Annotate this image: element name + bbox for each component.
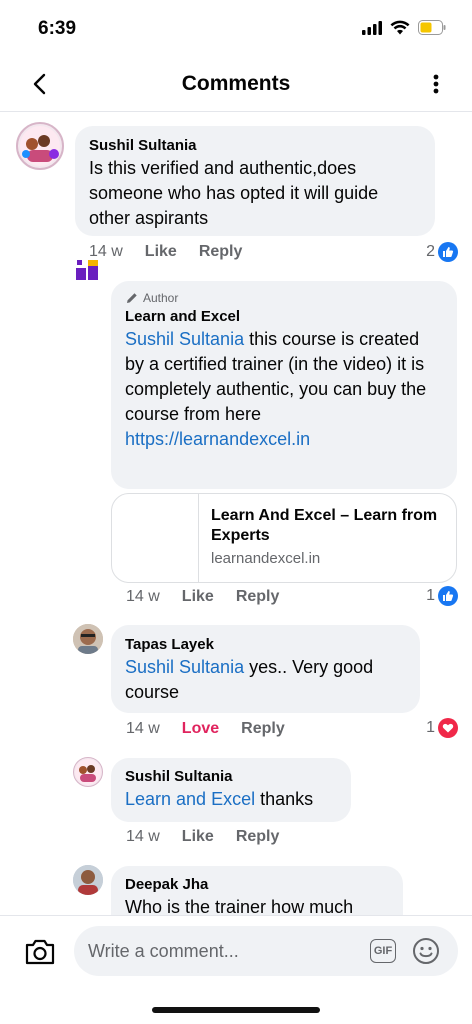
signal-icon: [362, 20, 382, 35]
reply-button[interactable]: Reply: [241, 720, 285, 738]
reaction-count: 1: [426, 587, 435, 604]
wifi-icon: [390, 20, 410, 35]
comment-text: Sushil Sultania this course is created b…: [125, 329, 427, 424]
comment-input[interactable]: [88, 926, 358, 976]
comment-input-wrapper: GIF: [74, 926, 458, 976]
avatar[interactable]: [73, 624, 103, 654]
gif-icon: GIF: [373, 945, 393, 957]
comment-text: Learn and Excel thanks: [125, 789, 314, 809]
comment-bubble[interactable]: Tapas Layek Sushil Sultania yes.. Very g…: [111, 625, 420, 713]
avatar[interactable]: [76, 258, 100, 282]
reaction-count: 1: [426, 719, 435, 736]
status-icons: [362, 20, 446, 35]
camera-icon: [25, 939, 55, 965]
link-preview-title: Learn And Excel – Learn from Experts: [211, 507, 438, 544]
comment-age: 14 w: [126, 720, 160, 737]
like-icon: [438, 586, 458, 606]
avatar[interactable]: [73, 757, 103, 787]
battery-icon: [418, 20, 446, 35]
love-button[interactable]: Love: [182, 720, 219, 738]
avatar[interactable]: [73, 865, 103, 895]
camera-button[interactable]: [22, 934, 58, 970]
comment-bubble[interactable]: Sushil Sultania Is this verified and aut…: [75, 126, 435, 236]
comment-text: Who is the trainer how much: [125, 897, 354, 915]
link-preview[interactable]: Learn And Excel – Learn from Experts lea…: [111, 493, 457, 583]
header: Comments: [0, 56, 472, 112]
status-time: 6:39: [38, 18, 77, 39]
comment-actions: 14 w Like Reply: [89, 243, 242, 261]
emoji-button[interactable]: [412, 937, 440, 965]
home-indicator[interactable]: [152, 1007, 320, 1013]
comment-actions: 14 w Like Reply: [126, 828, 279, 846]
mention-link[interactable]: Sushil Sultania: [125, 657, 244, 677]
reaction-summary[interactable]: 1: [426, 718, 458, 738]
comment-text: Sushil Sultania yes.. Very good course: [125, 657, 374, 702]
comment-bubble[interactable]: Author Learn and Excel Sushil Sultania t…: [111, 281, 457, 489]
reply-button[interactable]: Reply: [236, 588, 280, 606]
comment-bubble[interactable]: Deepak Jha Who is the trainer how much: [111, 866, 403, 915]
comment-bubble[interactable]: Sushil Sultania Learn and Excel thanks: [111, 758, 351, 822]
like-button[interactable]: Like: [145, 243, 177, 261]
comment-author[interactable]: Learn and Excel: [125, 307, 443, 327]
reply-button[interactable]: Reply: [199, 243, 243, 261]
reaction-summary[interactable]: 2: [426, 242, 458, 262]
comment-actions: 14 w Like Reply: [126, 588, 279, 606]
mention-link[interactable]: Learn and Excel: [125, 789, 255, 809]
comment-author[interactable]: Sushil Sultania: [125, 767, 337, 787]
link-preview-domain: learnandexcel.in: [211, 550, 321, 567]
reaction-summary[interactable]: 1: [426, 586, 458, 606]
comment-age: 14 w: [126, 588, 160, 605]
like-icon: [438, 242, 458, 262]
comment-author[interactable]: Tapas Layek: [125, 635, 406, 655]
url-link[interactable]: https://learnandexcel.in: [125, 427, 443, 452]
comment-text: Is this verified and authentic,does some…: [89, 158, 379, 228]
more-button[interactable]: [426, 64, 446, 104]
comment-composer: GIF: [0, 915, 472, 995]
author-label: Author: [143, 291, 179, 305]
comment-actions: 14 w Love Reply: [126, 720, 285, 738]
comments-feed[interactable]: Sushil Sultania Is this verified and aut…: [0, 112, 472, 915]
more-icon: [433, 74, 439, 94]
mention-link[interactable]: Sushil Sultania: [125, 329, 244, 349]
comment-age: 14 w: [126, 828, 160, 845]
status-bar: 6:39: [0, 0, 472, 56]
link-preview-body: Learn And Excel – Learn from Experts lea…: [198, 494, 456, 582]
love-icon: [438, 718, 458, 738]
gif-button[interactable]: GIF: [370, 939, 396, 963]
comment-author[interactable]: Sushil Sultania: [89, 136, 421, 156]
like-button[interactable]: Like: [182, 588, 214, 606]
emoji-icon: [413, 938, 439, 964]
pencil-icon: [127, 293, 137, 303]
avatar[interactable]: [16, 122, 64, 170]
page-title: Comments: [181, 72, 291, 95]
like-button[interactable]: Like: [182, 828, 214, 846]
comment-author[interactable]: Deepak Jha: [125, 875, 389, 895]
author-badge: Author: [125, 289, 443, 307]
reply-button[interactable]: Reply: [236, 828, 280, 846]
reaction-count: 2: [426, 243, 435, 260]
